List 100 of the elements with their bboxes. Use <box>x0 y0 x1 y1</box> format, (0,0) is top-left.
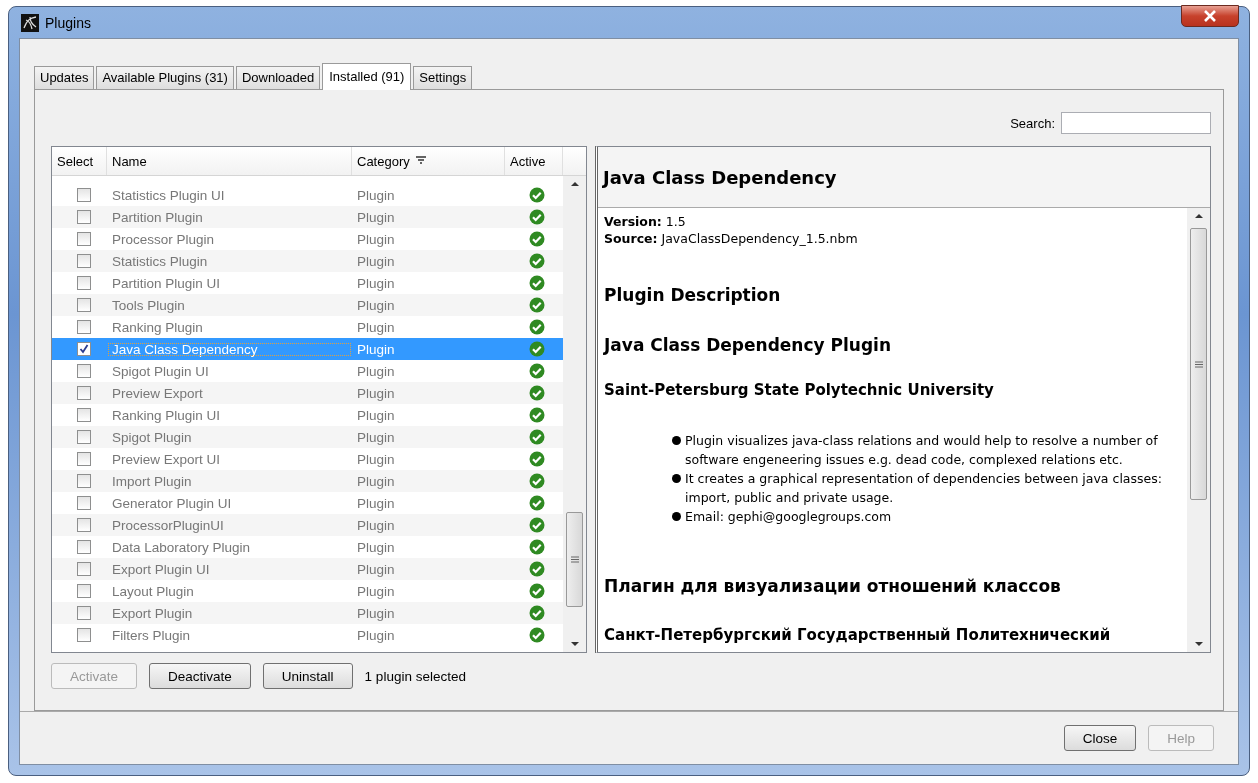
checkbox[interactable] <box>77 298 91 312</box>
table-row[interactable]: Partition Plugin UI Plugin <box>52 272 563 294</box>
checkbox[interactable] <box>77 584 91 598</box>
checkbox[interactable] <box>77 342 91 356</box>
table-cell-text: Spigot Plugin <box>111 429 193 445</box>
active-check-icon <box>528 517 545 533</box>
checkbox[interactable] <box>77 562 91 576</box>
table-cell-text: Plugin <box>356 231 396 247</box>
section-heading: Plugin Description <box>604 285 782 305</box>
active-check-icon <box>528 451 545 467</box>
table-row[interactable]: Ranking Plugin UI Plugin <box>52 404 563 426</box>
table-cell-text: Statistics Plugin <box>111 253 209 269</box>
table-cell-text: Plugin <box>356 561 396 577</box>
table-cell-text: Plugin <box>356 451 396 467</box>
column-header[interactable]: Category <box>352 147 505 175</box>
checkbox[interactable] <box>77 254 91 268</box>
table-row[interactable]: Filters Plugin Plugin <box>52 624 563 646</box>
tab[interactable]: Downloaded <box>235 66 321 89</box>
checkbox[interactable] <box>77 320 91 334</box>
table-cell-text: Ranking Plugin UI <box>111 407 222 423</box>
table-row[interactable]: ProcessorPluginUI Plugin <box>52 514 563 536</box>
table-cell-text: Import Plugin <box>111 473 193 489</box>
table-cell-text: Export Plugin UI <box>111 561 211 577</box>
table-row[interactable]: Layout Plugin Plugin <box>52 580 563 602</box>
table-cell-text: Preview Export <box>111 385 204 401</box>
plugin-heading: Java Class Dependency Plugin <box>604 335 892 355</box>
table-cell-text: Layout Plugin <box>111 583 195 599</box>
checkbox[interactable] <box>77 276 91 290</box>
bullet-text: It creates a graphical representation of dependencies between java classes: import, public and private usage. <box>685 470 1163 507</box>
checkbox[interactable] <box>77 364 91 378</box>
column-header[interactable]: Select <box>52 147 107 175</box>
table-row[interactable]: Statistics Plugin UI Plugin <box>52 184 563 206</box>
table-row[interactable]: Preview Export Plugin <box>52 382 563 404</box>
active-check-icon <box>528 385 545 401</box>
bullet-icon <box>672 512 681 521</box>
dialog-button[interactable]: Close <box>1063 725 1137 751</box>
table-row[interactable]: Spigot Plugin UI Plugin <box>52 360 563 382</box>
table-row[interactable]: Import Plugin Plugin <box>52 470 563 492</box>
table-cell-text: Plugin <box>356 539 396 555</box>
active-check-icon <box>528 363 545 379</box>
close-icon[interactable] <box>1181 4 1239 27</box>
table-row[interactable]: Ranking Plugin Plugin <box>52 316 563 338</box>
checkbox[interactable] <box>77 606 91 620</box>
table-cell-text: Export Plugin <box>111 605 194 621</box>
checkbox[interactable] <box>77 408 91 422</box>
table-row[interactable]: Partition Plugin Plugin <box>52 206 563 228</box>
checkbox[interactable] <box>77 540 91 554</box>
active-check-icon <box>528 275 545 291</box>
table-cell-text: Plugin <box>356 275 396 291</box>
action-button[interactable]: Deactivate <box>149 663 251 689</box>
section-heading: Плагин для визуализации отношений классов <box>604 576 1062 596</box>
active-check-icon <box>528 407 545 423</box>
table-row[interactable]: Export Plugin UI Plugin <box>52 558 563 580</box>
scrollbar-thumb[interactable] <box>1190 228 1207 500</box>
table-row[interactable]: Export Plugin Plugin <box>52 602 563 624</box>
active-check-icon <box>528 495 545 511</box>
checkbox[interactable] <box>77 474 91 488</box>
active-check-icon <box>528 297 545 313</box>
table-cell: Java Class Dependency <box>107 341 352 357</box>
table-row[interactable]: Preview Export UI Plugin <box>52 448 563 470</box>
table-row[interactable]: Data Laboratory Plugin Plugin <box>52 536 563 558</box>
active-check-icon <box>528 209 545 225</box>
table-row[interactable]: Processor Plugin Plugin <box>52 228 563 250</box>
column-header[interactable]: Active <box>505 147 563 175</box>
active-check-icon <box>528 605 545 621</box>
checkbox[interactable] <box>77 518 91 532</box>
table-cell-text: Data Laboratory Plugin <box>111 539 252 555</box>
checkbox[interactable] <box>77 452 91 466</box>
scrollbar-thumb[interactable] <box>566 512 583 607</box>
table-row[interactable]: Java Class Dependency Plugin <box>52 338 563 360</box>
table-row[interactable]: Statistics Plugin Plugin <box>52 250 563 272</box>
table-row[interactable]: Generator Plugin UI Plugin <box>52 492 563 514</box>
tab[interactable]: Installed (91) <box>322 63 412 90</box>
action-button[interactable]: Uninstall <box>262 663 353 689</box>
column-header[interactable]: Name <box>107 147 352 175</box>
table-cell-text: Plugin <box>356 209 396 225</box>
tab[interactable]: Settings <box>413 66 473 89</box>
checkbox[interactable] <box>77 232 91 246</box>
tab[interactable]: Updates <box>34 66 95 89</box>
checkbox[interactable] <box>77 628 91 642</box>
active-check-icon <box>528 561 545 577</box>
table-row[interactable]: Spigot Plugin Plugin <box>52 426 563 448</box>
table-cell-text: Processor Plugin <box>111 231 216 247</box>
search-field[interactable] <box>1061 112 1211 134</box>
table-cell-text: Tools Plugin <box>111 297 186 313</box>
checkbox[interactable] <box>77 496 91 510</box>
checkbox[interactable] <box>77 386 91 400</box>
table-row[interactable]: Tools Plugin Plugin <box>52 294 563 316</box>
table-cell-text: Plugin <box>356 297 396 313</box>
active-check-icon <box>528 473 545 489</box>
checkbox[interactable] <box>77 210 91 224</box>
checkbox[interactable] <box>77 430 91 444</box>
table-cell-text: Plugin <box>356 517 396 533</box>
meta-line: Source: JavaClassDependency_1.5.nbm <box>604 230 859 247</box>
window-title: Plugins <box>45 14 91 31</box>
table-cell-text: Plugin <box>356 341 396 357</box>
active-check-icon <box>528 187 545 203</box>
active-check-icon <box>528 583 545 599</box>
checkbox[interactable] <box>77 188 91 202</box>
tab[interactable]: Available Plugins (31) <box>96 66 234 89</box>
